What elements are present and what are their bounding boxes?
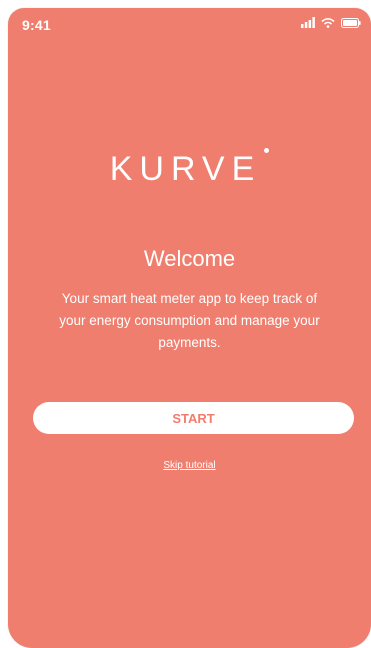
- logo-text: KURVE: [109, 150, 262, 188]
- app-screen: 9:41 KURVE Welcome Your smart heat meter…: [8, 8, 371, 648]
- welcome-description: Your smart heat meter app to keep track …: [59, 291, 320, 350]
- skip-tutorial-link[interactable]: Skip tutorial: [8, 460, 371, 471]
- battery-icon: [341, 17, 361, 28]
- brand-logo: KURVE: [8, 148, 371, 189]
- signal-icon: [301, 17, 315, 28]
- status-icons: [301, 17, 361, 28]
- logo-wrapper: KURVE: [109, 148, 270, 189]
- start-button[interactable]: START: [33, 402, 354, 434]
- wifi-icon: [321, 18, 335, 28]
- status-time: 9:41: [22, 17, 51, 33]
- logo-dot-icon: [264, 148, 270, 153]
- status-bar: 9:41: [8, 8, 371, 40]
- welcome-title: Welcome: [143, 246, 236, 271]
